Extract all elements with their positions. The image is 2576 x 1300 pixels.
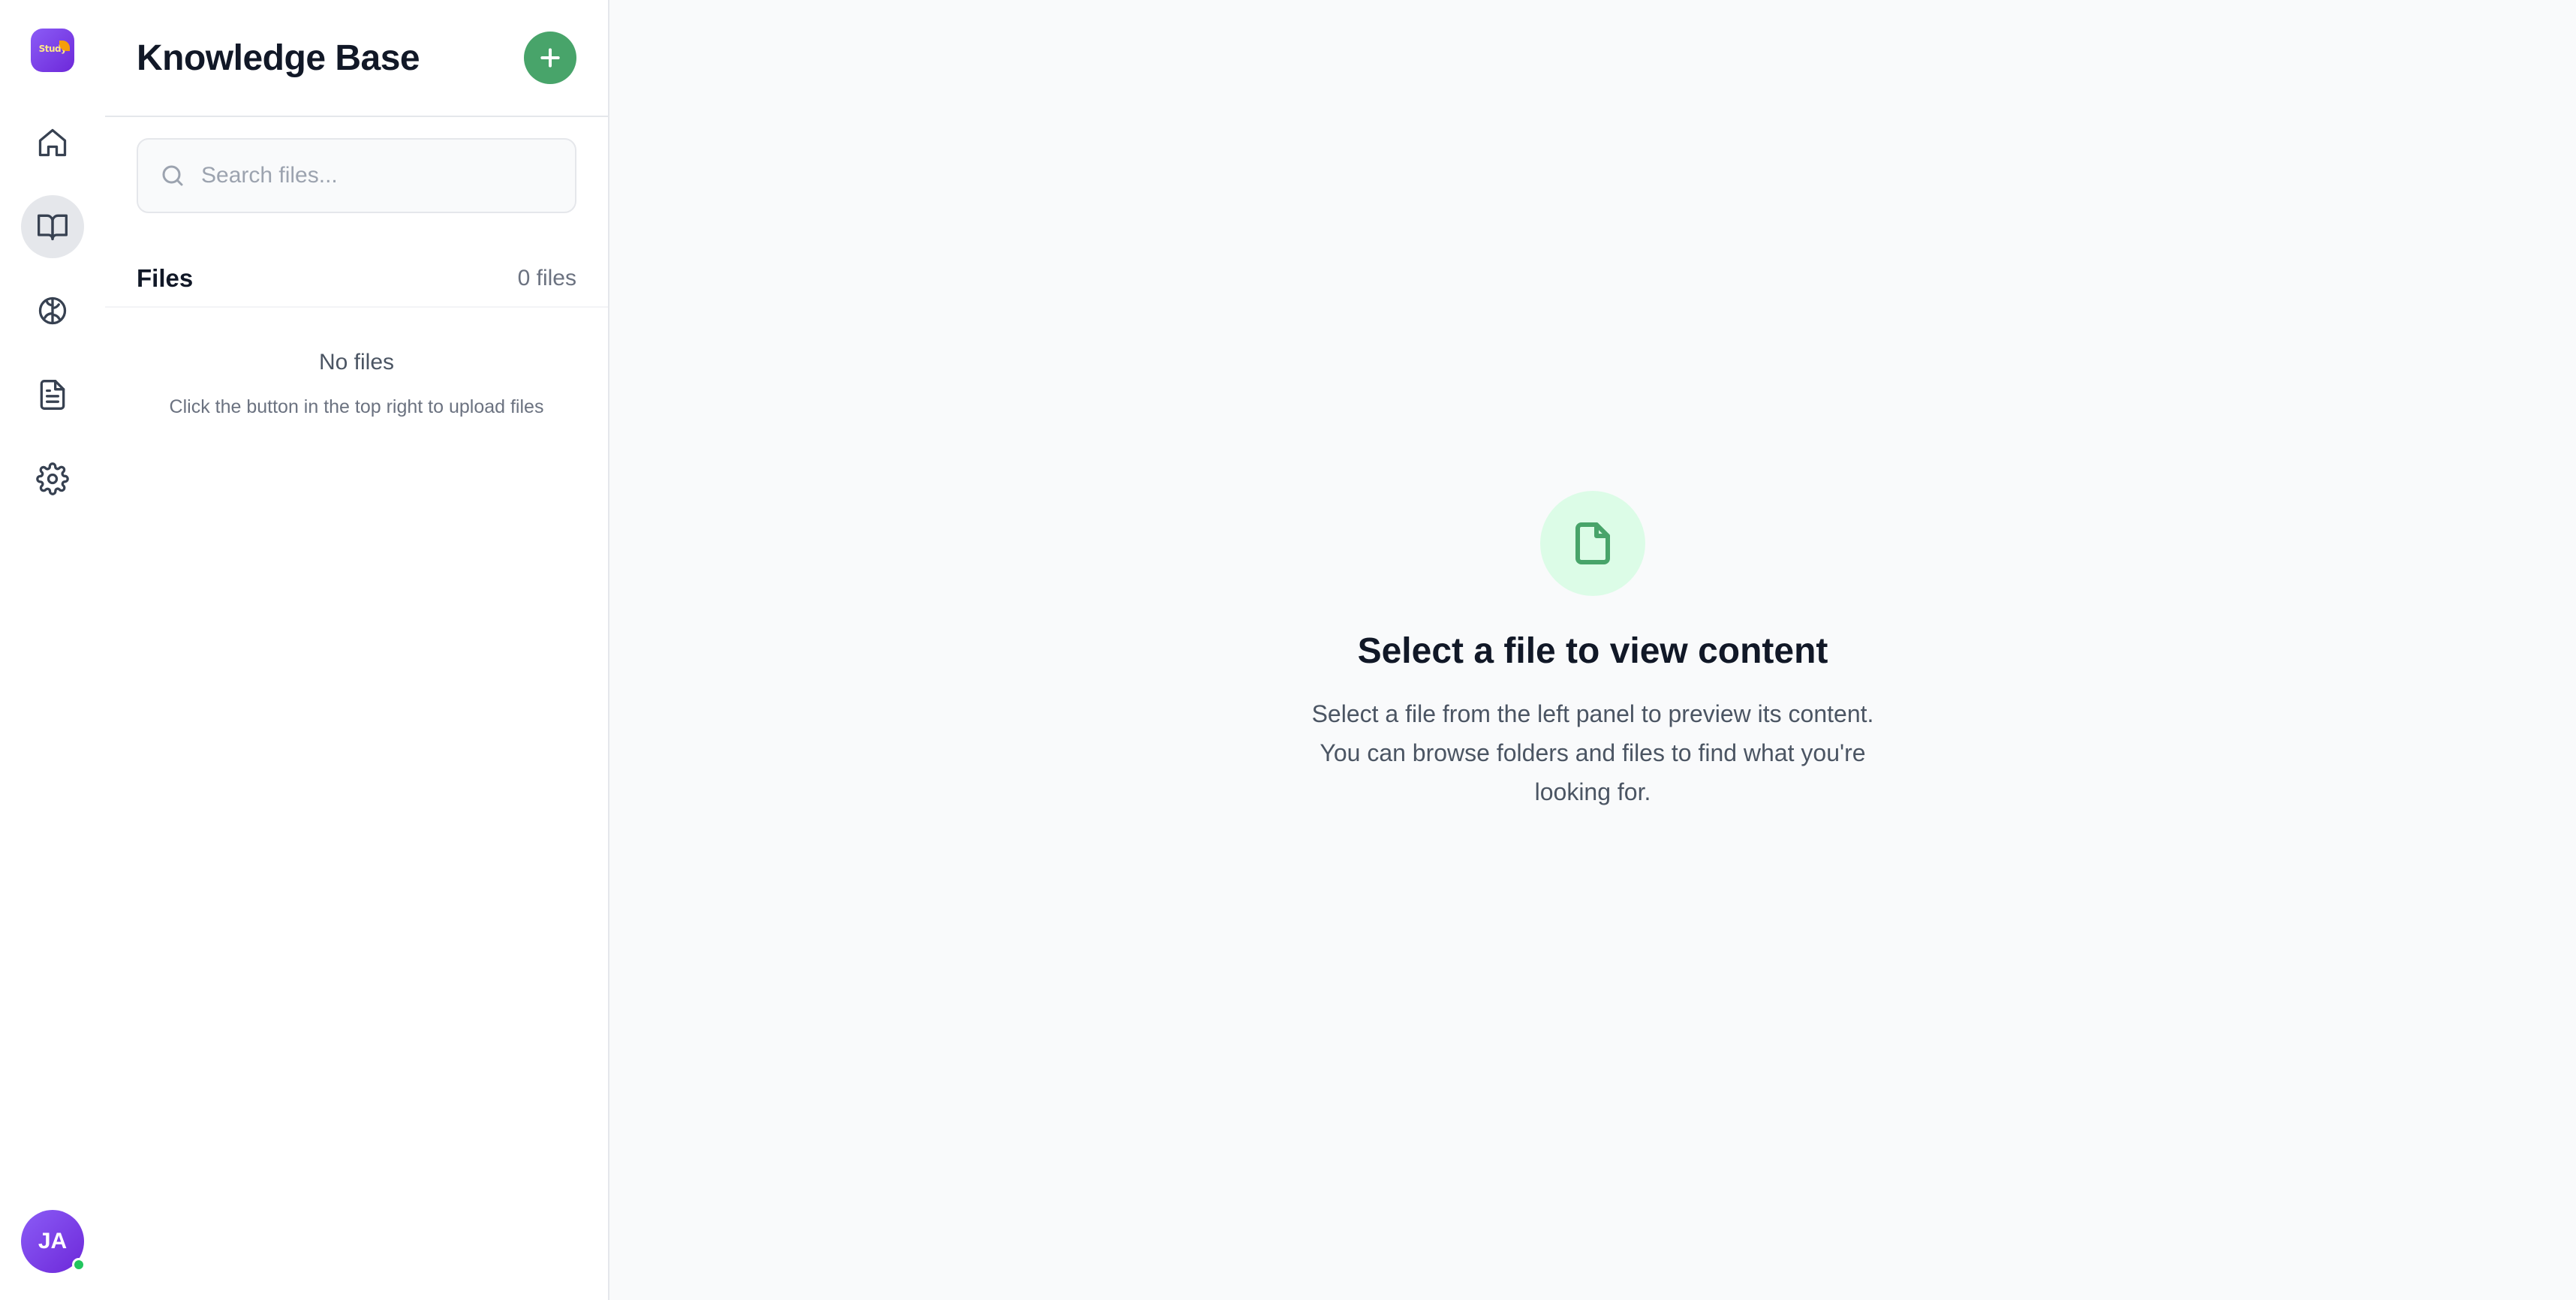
add-file-button[interactable] <box>524 32 576 84</box>
app-window: Study JA Knowledge Base Search files... … <box>0 0 2576 1300</box>
empty-title: No files <box>318 350 395 375</box>
plus-icon <box>540 48 560 68</box>
search-input[interactable] <box>201 163 554 188</box>
files-label: Files <box>137 264 194 292</box>
nav-knowledge-base[interactable] <box>21 195 84 258</box>
user-avatar[interactable]: JA <box>21 1210 86 1273</box>
content-viewer: Select a file to view content Select a f… <box>609 0 2576 1300</box>
nav-settings[interactable] <box>21 447 84 510</box>
file-icon <box>1575 522 1610 564</box>
empty-subtitle: Click the button in the top right to upl… <box>169 396 544 417</box>
nav-documents[interactable] <box>21 363 84 426</box>
search-container <box>105 117 608 213</box>
files-section-header: Files 0 files <box>105 251 608 308</box>
avatar-initials: JA <box>38 1229 68 1253</box>
panel-header: Knowledge Base <box>105 0 608 117</box>
app-logo[interactable]: Study <box>31 29 74 72</box>
nav-home[interactable] <box>21 111 84 174</box>
icon-rail: Study JA <box>0 0 105 1300</box>
empty-state-description: Select a file from the left panel to pre… <box>1311 700 1874 805</box>
empty-state-title: Select a file to view content <box>1357 631 1828 671</box>
brain-icon <box>38 296 67 325</box>
book-open-icon <box>38 214 68 241</box>
files-panel: Knowledge Base Files 0 files No files <box>105 0 609 1300</box>
page-title: Knowledge Base <box>137 38 420 78</box>
search-box[interactable] <box>137 138 576 213</box>
online-status-dot <box>72 1258 86 1271</box>
empty-state-badge <box>1540 491 1645 596</box>
file-text-icon <box>40 380 65 410</box>
empty-file-list: No files Click the button in the top rig… <box>105 350 608 418</box>
files-count: 0 files <box>517 266 576 290</box>
search-icon <box>162 165 183 186</box>
nav-brain[interactable] <box>21 279 84 342</box>
home-icon <box>38 128 67 157</box>
gear-icon <box>36 462 69 495</box>
